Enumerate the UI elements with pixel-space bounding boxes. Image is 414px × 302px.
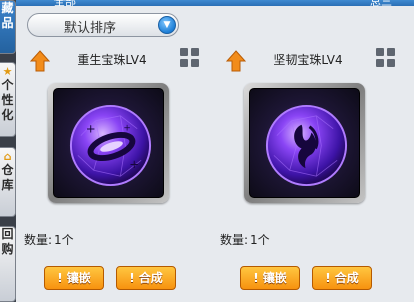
tenacity-orb-icon — [265, 104, 348, 187]
house-icon: ⌂ — [3, 150, 12, 163]
grid-icon[interactable] — [180, 48, 200, 68]
top-bar: 全部 总三 — [14, 0, 414, 8]
item-name: 坚韧宝珠LV4 — [273, 53, 343, 67]
quantity-value: 1个 — [250, 233, 270, 247]
arrow-up-icon[interactable] — [226, 50, 246, 72]
quantity-label: 数量: — [220, 233, 249, 247]
item-image-frame[interactable]: + + + — [48, 83, 169, 203]
exclamation-icon: ! — [253, 271, 259, 285]
item-card-header: 坚韧宝珠LV4 — [220, 40, 396, 80]
side-tab-warehouse[interactable]: ⌂ 仓库 — [0, 147, 16, 217]
exclamation-icon: ! — [57, 271, 63, 285]
item-image-inner — [249, 88, 360, 198]
inlay-button-label: 镶嵌 — [262, 271, 287, 285]
item-card: 重生宝珠LV4 + + + 数量: 1个 ! 镶嵌 ! 合成 — [24, 40, 200, 302]
sort-dropdown[interactable]: 默认排序 ▼ — [27, 13, 179, 37]
side-tab-label: 仓库 — [1, 163, 14, 192]
chevron-down-icon[interactable]: ▼ — [158, 16, 176, 34]
svg-text:+: + — [123, 124, 130, 134]
item-card: 坚韧宝珠LV4 数量: 1个 ! 镶嵌 ! 合成 — [220, 40, 396, 302]
side-tab-label: 个性化 — [1, 78, 14, 122]
combine-button-label: 合成 — [138, 271, 163, 285]
svg-text:+: + — [86, 122, 96, 136]
rebirth-orb-icon: + + + — [69, 104, 152, 187]
top-bar-right-text: 总三 — [370, 0, 392, 8]
top-bar-left-text: 全部 — [54, 0, 76, 8]
inlay-button-label: 镶嵌 — [66, 271, 91, 285]
side-tab-label: 藏品 — [1, 1, 14, 30]
side-tab-collection[interactable]: 藏品 — [0, 0, 16, 54]
quantity-label: 数量: — [24, 233, 53, 247]
quantity-value: 1个 — [54, 233, 74, 247]
item-quantity: 数量: 1个 — [24, 231, 74, 248]
item-image-inner: + + + — [53, 88, 164, 198]
item-image-frame[interactable] — [244, 83, 365, 203]
exclamation-icon: ! — [129, 271, 135, 285]
exclamation-icon: ! — [325, 271, 331, 285]
grid-icon[interactable] — [376, 48, 396, 68]
item-name: 重生宝珠LV4 — [77, 53, 147, 67]
side-tab-personalize[interactable]: ★ 个性化 — [0, 62, 16, 137]
item-quantity: 数量: 1个 — [220, 231, 270, 248]
combine-button[interactable]: ! 合成 — [116, 266, 176, 290]
inlay-button[interactable]: ! 镶嵌 — [44, 266, 104, 290]
side-tab-strip: 藏品 ★ 个性化 ⌂ 仓库 回购 — [0, 0, 16, 302]
combine-button-label: 合成 — [334, 271, 359, 285]
side-tab-buyback[interactable]: 回购 — [0, 226, 16, 302]
svg-text:+: + — [129, 157, 139, 171]
arrow-up-icon[interactable] — [30, 50, 50, 72]
inlay-button[interactable]: ! 镶嵌 — [240, 266, 300, 290]
combine-button[interactable]: ! 合成 — [312, 266, 372, 290]
side-tab-label: 回购 — [1, 227, 14, 256]
sort-dropdown-label: 默认排序 — [63, 21, 116, 36]
item-card-header: 重生宝珠LV4 — [24, 40, 200, 80]
trophy-icon: ★ — [2, 65, 13, 78]
